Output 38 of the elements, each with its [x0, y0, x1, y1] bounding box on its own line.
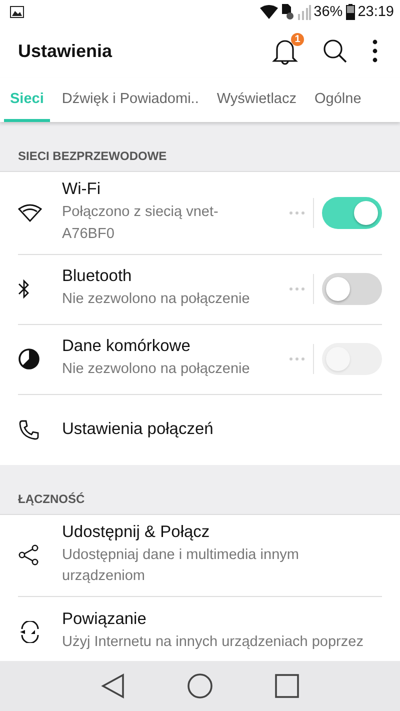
share-icon	[18, 544, 40, 566]
back-icon[interactable]	[101, 673, 125, 699]
battery-percent: 36%	[314, 4, 343, 20]
battery-icon	[346, 4, 355, 20]
no-sim-icon	[280, 4, 294, 20]
setting-title: Ustawienia połączeń	[62, 420, 214, 439]
more-icon[interactable]	[372, 39, 378, 63]
screen-title: Ustawienia	[18, 40, 112, 62]
home-icon[interactable]	[187, 673, 213, 699]
setting-title: Bluetooth	[62, 267, 132, 286]
image-icon	[10, 6, 24, 18]
phone-icon	[18, 418, 40, 440]
recents-icon[interactable]	[275, 674, 299, 698]
tab[interactable]: Dźwięk i Powiadomi..	[56, 78, 205, 122]
half-circle-icon	[18, 348, 40, 370]
search-icon[interactable]	[322, 38, 348, 64]
setting-description: Połączono z siecią vnet-A76BF0	[62, 203, 220, 244]
setting-description: Nie zezwolono na połączenie	[62, 360, 250, 380]
tab[interactable]: Ogólne	[308, 78, 368, 122]
setting-description: Udostępniaj dane i multimedia innym urządzeniom	[62, 546, 300, 586]
clock: 23:19	[358, 4, 394, 20]
tab[interactable]: Wyświetlacz	[210, 78, 302, 122]
notification-badge: 1	[291, 33, 304, 46]
signal-icon	[296, 4, 311, 20]
setting-title: Dane komórkowe	[62, 337, 190, 356]
bluetooth-icon	[18, 278, 30, 300]
bell-icon[interactable]	[272, 37, 298, 65]
section-header: SIECI BEZPRZEWODOWE	[18, 149, 167, 163]
section-header: ŁĄCZNOŚĆ	[18, 492, 85, 506]
setting-description: Nie zezwolono na połączenie	[62, 290, 250, 310]
wifi-icon	[18, 204, 42, 222]
toggle-switch[interactable]	[322, 196, 382, 229]
setting-title: Udostępnij & Połącz	[62, 522, 210, 542]
wifi-signal-icon	[260, 5, 278, 19]
setting-title: Wi-Fi	[62, 180, 100, 199]
setting-description: Użyj Internetu na innych urządzeniach poprzez	[62, 633, 364, 652]
toggle-switch[interactable]	[322, 273, 382, 305]
setting-title: Powiązanie	[62, 610, 146, 630]
